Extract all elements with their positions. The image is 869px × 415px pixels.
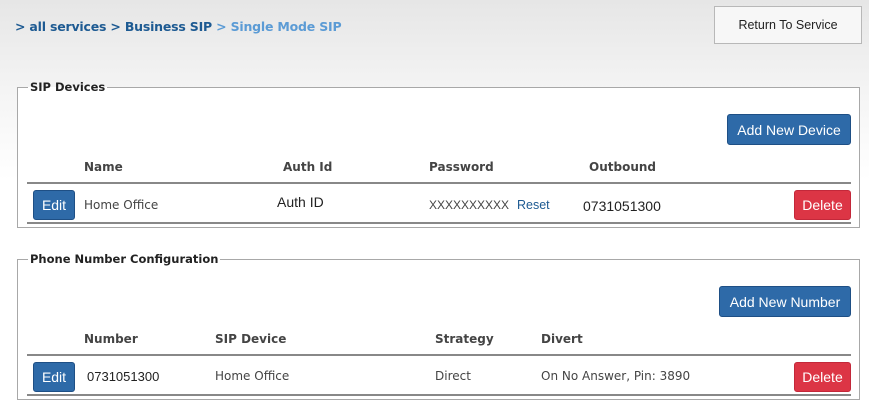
phone-number-configuration-section: Phone Number Configuration Add New Numbe… — [17, 252, 860, 400]
delete-number-button[interactable]: Delete — [794, 362, 851, 392]
delete-device-button[interactable]: Delete — [794, 190, 851, 220]
column-header-divert: Divert — [541, 332, 583, 346]
phone-numbers-header-row: Number SIP Device Strategy Divert — [27, 330, 851, 356]
number-strategy: Direct — [435, 369, 471, 383]
device-password: XXXXXXXXXX — [429, 198, 510, 212]
breadcrumb-single-mode-sip: > Single Mode SIP — [216, 19, 342, 34]
edit-number-button[interactable]: Edit — [33, 362, 75, 392]
breadcrumb: > all services > Business SIP > Single M… — [15, 19, 342, 34]
sip-devices-section: SIP Devices Add New Device Name Auth Id … — [17, 80, 860, 228]
table-row: Edit Home Office Auth ID XXXXXXXXXX Rese… — [27, 184, 851, 224]
column-header-outbound: Outbound — [589, 160, 656, 174]
device-name: Home Office — [84, 198, 159, 212]
breadcrumb-all-services[interactable]: > all services — [15, 19, 106, 34]
add-new-device-button[interactable]: Add New Device — [727, 114, 851, 145]
device-outbound: 0731051300 — [583, 198, 661, 214]
number-divert: On No Answer, Pin: 3890 — [541, 369, 691, 383]
sip-devices-legend: SIP Devices — [30, 80, 106, 94]
sip-devices-header-row: Name Auth Id Password Outbound — [27, 158, 851, 184]
reset-password-link[interactable]: Reset — [517, 198, 550, 212]
edit-device-button[interactable]: Edit — [33, 190, 75, 220]
number-value: 0731051300 — [87, 369, 160, 384]
device-auth-id: Auth ID — [277, 194, 324, 210]
column-header-number: Number — [84, 332, 138, 346]
breadcrumb-business-sip[interactable]: > Business SIP — [110, 19, 212, 34]
table-row: Edit 0731051300 Home Office Direct On No… — [27, 356, 851, 396]
column-header-strategy: Strategy — [435, 332, 494, 346]
column-header-password: Password — [429, 160, 494, 174]
add-new-number-button[interactable]: Add New Number — [719, 286, 851, 317]
number-sip-device: Home Office — [215, 369, 290, 383]
column-header-name: Name — [84, 160, 123, 174]
column-header-auth-id: Auth Id — [283, 160, 333, 174]
column-header-sip-device: SIP Device — [215, 332, 287, 346]
phone-number-configuration-legend: Phone Number Configuration — [30, 252, 219, 266]
return-to-service-button[interactable]: Return To Service — [714, 6, 862, 44]
